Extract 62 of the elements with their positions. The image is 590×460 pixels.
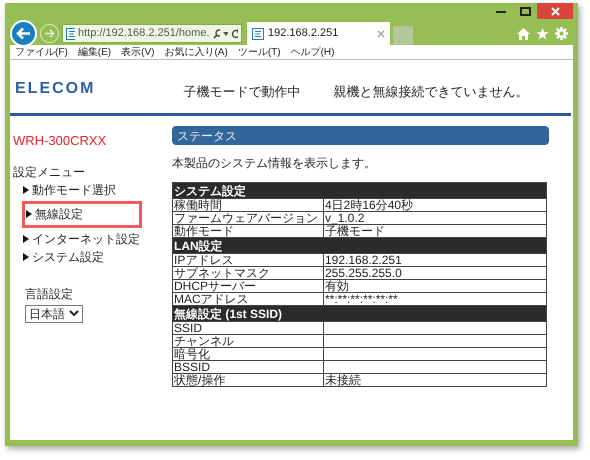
table-cell: SSID — [172, 322, 324, 334]
table-cell: 暗号化 — [172, 348, 324, 360]
connection-status: 親機と無線接続できていません。 — [333, 82, 528, 100]
triangle-icon — [23, 234, 29, 243]
dropdown-icon[interactable] — [223, 32, 228, 36]
group-header: 無線設定 (1st SSID) — [172, 306, 546, 322]
table-cell: 4日2時16分40秒 — [324, 198, 546, 212]
table-cell: 255.255.255.0 — [324, 266, 546, 280]
group-header: システム設定 — [172, 182, 546, 198]
table-cell: 有効 — [324, 280, 546, 292]
section-heading: ステータス — [172, 126, 549, 145]
language-label: 言語設定 — [25, 286, 74, 302]
model-name: WRH-300CRXX — [13, 132, 108, 150]
menu-item[interactable]: ファイル(F) — [15, 45, 68, 59]
page-icon — [252, 28, 264, 40]
logo: ELECOM — [15, 79, 96, 99]
table-cell: チャンネル — [172, 334, 324, 348]
page-icon — [66, 28, 75, 40]
tab-title: 192.168.2.251 — [268, 26, 340, 42]
menu-item[interactable]: 表示(V) — [121, 45, 154, 59]
menu-item[interactable]: ツール(T) — [238, 45, 281, 59]
table-cell: サブネットマスク — [172, 266, 324, 280]
minimize-icon — [496, 10, 506, 12]
mode-text: 子機モードで動作中 — [183, 82, 300, 100]
address-bar[interactable]: http://192.168.2.251/home. — [62, 24, 242, 43]
table-cell: DHCPサーバー — [172, 280, 324, 292]
table-cell: BSSID — [172, 360, 324, 374]
forward-arrow-icon — [44, 29, 55, 38]
table-cell: 192.168.2.251 — [324, 254, 546, 266]
table-cell: 状態/操作 — [172, 374, 324, 386]
close-icon — [550, 6, 560, 16]
table-cell: ファームウェアバージョン — [172, 212, 324, 224]
maximize-icon — [520, 6, 530, 16]
menu-link[interactable]: 動作モード選択 — [32, 180, 116, 199]
menu-link[interactable]: システム設定 — [32, 248, 104, 266]
menu-title: 設定メニュー — [13, 164, 86, 180]
table-cell: 稼働時間 — [172, 198, 324, 212]
back-button[interactable] — [10, 20, 37, 47]
menu-link[interactable]: インターネット設定 — [32, 230, 140, 248]
back-arrow-icon — [16, 27, 31, 40]
search-icon[interactable] — [212, 28, 220, 38]
group-header: LAN設定 — [172, 238, 546, 254]
triangle-icon — [23, 186, 29, 194]
table-cell: v_1.0.2 — [324, 212, 546, 224]
star-icon[interactable] — [536, 28, 549, 40]
description: 本製品のシステム情報を表示します。 — [172, 155, 377, 172]
language-select[interactable]: 日本語 — [25, 304, 83, 322]
menu-item[interactable]: ヘルプ(H) — [290, 45, 334, 59]
close-button[interactable] — [537, 3, 573, 19]
url-text: http://192.168.2.251/home. — [78, 26, 210, 42]
select-value: 日本語 — [29, 306, 65, 322]
table-cell: IPアドレス — [172, 254, 324, 266]
browser-tab[interactable]: 192.168.2.251 — [247, 22, 390, 45]
menu-item[interactable]: 編集(E) — [78, 45, 112, 59]
menu-link[interactable]: 無線設定 — [35, 205, 83, 224]
chevron-icon — [69, 310, 79, 317]
triangle-icon — [26, 210, 32, 218]
menu-item[interactable]: お気に入り(A) — [164, 45, 228, 59]
close-icon[interactable] — [377, 30, 385, 38]
refresh-icon[interactable] — [230, 28, 238, 38]
triangle-icon — [23, 253, 29, 262]
table-cell: 未接続 — [324, 374, 546, 386]
